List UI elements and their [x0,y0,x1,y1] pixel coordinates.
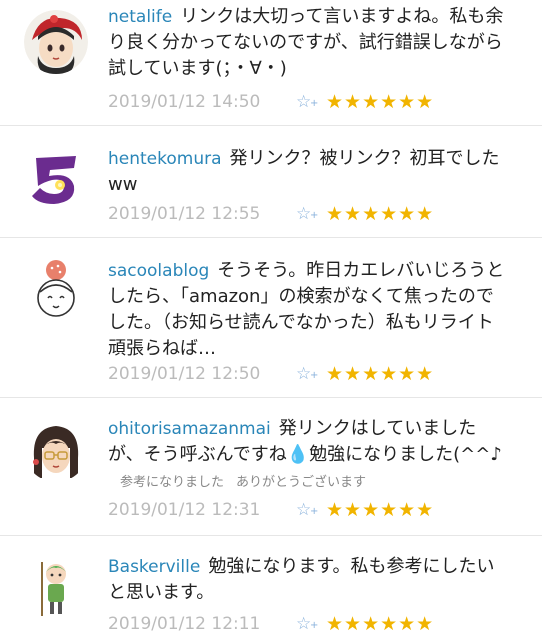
comment-date[interactable]: 2019/01/12 12:11 [108,614,286,634]
add-star-icon[interactable]: ☆ + [296,614,326,634]
avatar-hentekomura[interactable] [24,146,88,210]
comment-item: hentekomura 発リンク？被リンク？初耳でしたww 2019/01/12 … [0,126,542,238]
avatar-ohitorisamazanmai[interactable] [24,418,88,482]
comment-date[interactable]: 2019/01/12 14:50 [108,92,286,112]
star-rating[interactable]: ★★★★★★ [326,613,434,635]
comment-meta: 2019/01/12 12:31 ☆ + ★★★★★★ [108,498,434,522]
star-rating[interactable]: ★★★★★★ [326,203,434,225]
comment-username[interactable]: hentekomura [108,149,222,169]
add-star-plus: + [310,210,319,221]
star-rating[interactable]: ★★★★★★ [326,91,434,113]
add-star-glyph: ☆ [296,364,312,384]
add-star-icon[interactable]: ☆ + [296,364,326,384]
avatar-girl-red-hat-icon [24,10,88,74]
comment-username[interactable]: sacoolablog [108,261,209,281]
comment-meta: 2019/01/12 12:11 ☆ + ★★★★★★ [108,612,434,636]
comment-item: netalife リンクは大切って言いますよね。私も余り良く分かってないのですが、… [0,0,542,126]
add-star-glyph: ☆ [296,500,312,520]
avatar-girl-pink-bun-icon [24,258,88,322]
add-star-glyph: ☆ [296,204,312,224]
comment-list: netalife リンクは大切って言いますよね。私も余り良く分かってないのですが、… [0,0,542,640]
comment-date[interactable]: 2019/01/12 12:50 [108,364,286,384]
add-star-plus: + [310,98,319,109]
comment-username[interactable]: ohitorisamazanmai [108,419,271,439]
comment-item: Baskerville 勉強になります。私も参考にしたいと思います。 2019/0… [0,536,542,640]
add-star-icon[interactable]: ☆ + [296,92,326,112]
add-star-glyph: ☆ [296,614,312,634]
comment-username[interactable]: netalife [108,7,172,27]
add-star-icon[interactable]: ☆ + [296,204,326,224]
avatar-netalife[interactable] [24,10,88,74]
comment-body: hentekomura 発リンク？被リンク？初耳でしたww [108,146,508,198]
comment-item: ohitorisamazanmai 発リンクはしていましたが、そう呼ぶんですね💧勉… [0,398,542,536]
avatar-sacoolablog[interactable] [24,258,88,322]
avatar-girl-glasses-icon [24,418,88,482]
comment-meta: 2019/01/12 14:50 ☆ + ★★★★★★ [108,90,434,114]
comment-meta: 2019/01/12 12:50 ☆ + ★★★★★★ [108,362,434,386]
add-star-plus: + [310,620,319,631]
add-star-plus: + [310,506,319,517]
add-star-plus: + [310,370,319,381]
add-star-glyph: ☆ [296,92,312,112]
star-rating[interactable]: ★★★★★★ [326,363,434,385]
comment-body: Baskerville 勉強になります。私も参考にしたいと思います。 [108,554,508,606]
comment-username[interactable]: Baskerville [108,557,200,577]
avatar-chibi-character-icon [24,556,88,620]
comment-body: ohitorisamazanmai 発リンクはしていましたが、そう呼ぶんですね💧勉… [108,416,508,496]
comment-body: sacoolablog そうそう。昨日カエレバいじろうとしたら、「amazon」の… [108,258,508,362]
comment-meta: 2019/01/12 12:55 ☆ + ★★★★★★ [108,202,434,226]
comment-date[interactable]: 2019/01/12 12:55 [108,204,286,224]
add-star-icon[interactable]: ☆ + [296,500,326,520]
comment-date[interactable]: 2019/01/12 12:31 [108,500,286,520]
avatar-purple-five-icon [24,146,88,210]
reaction-label[interactable]: ありがとうございます [236,470,366,496]
star-rating[interactable]: ★★★★★★ [326,499,434,521]
comment-item: sacoolablog そうそう。昨日カエレバいじろうとしたら、「amazon」の… [0,238,542,398]
avatar-baskerville[interactable] [24,556,88,620]
comment-body: netalife リンクは大切って言いますよね。私も余り良く分かってないのですが、… [108,4,508,82]
reaction-label[interactable]: 参考になりました [120,470,224,496]
